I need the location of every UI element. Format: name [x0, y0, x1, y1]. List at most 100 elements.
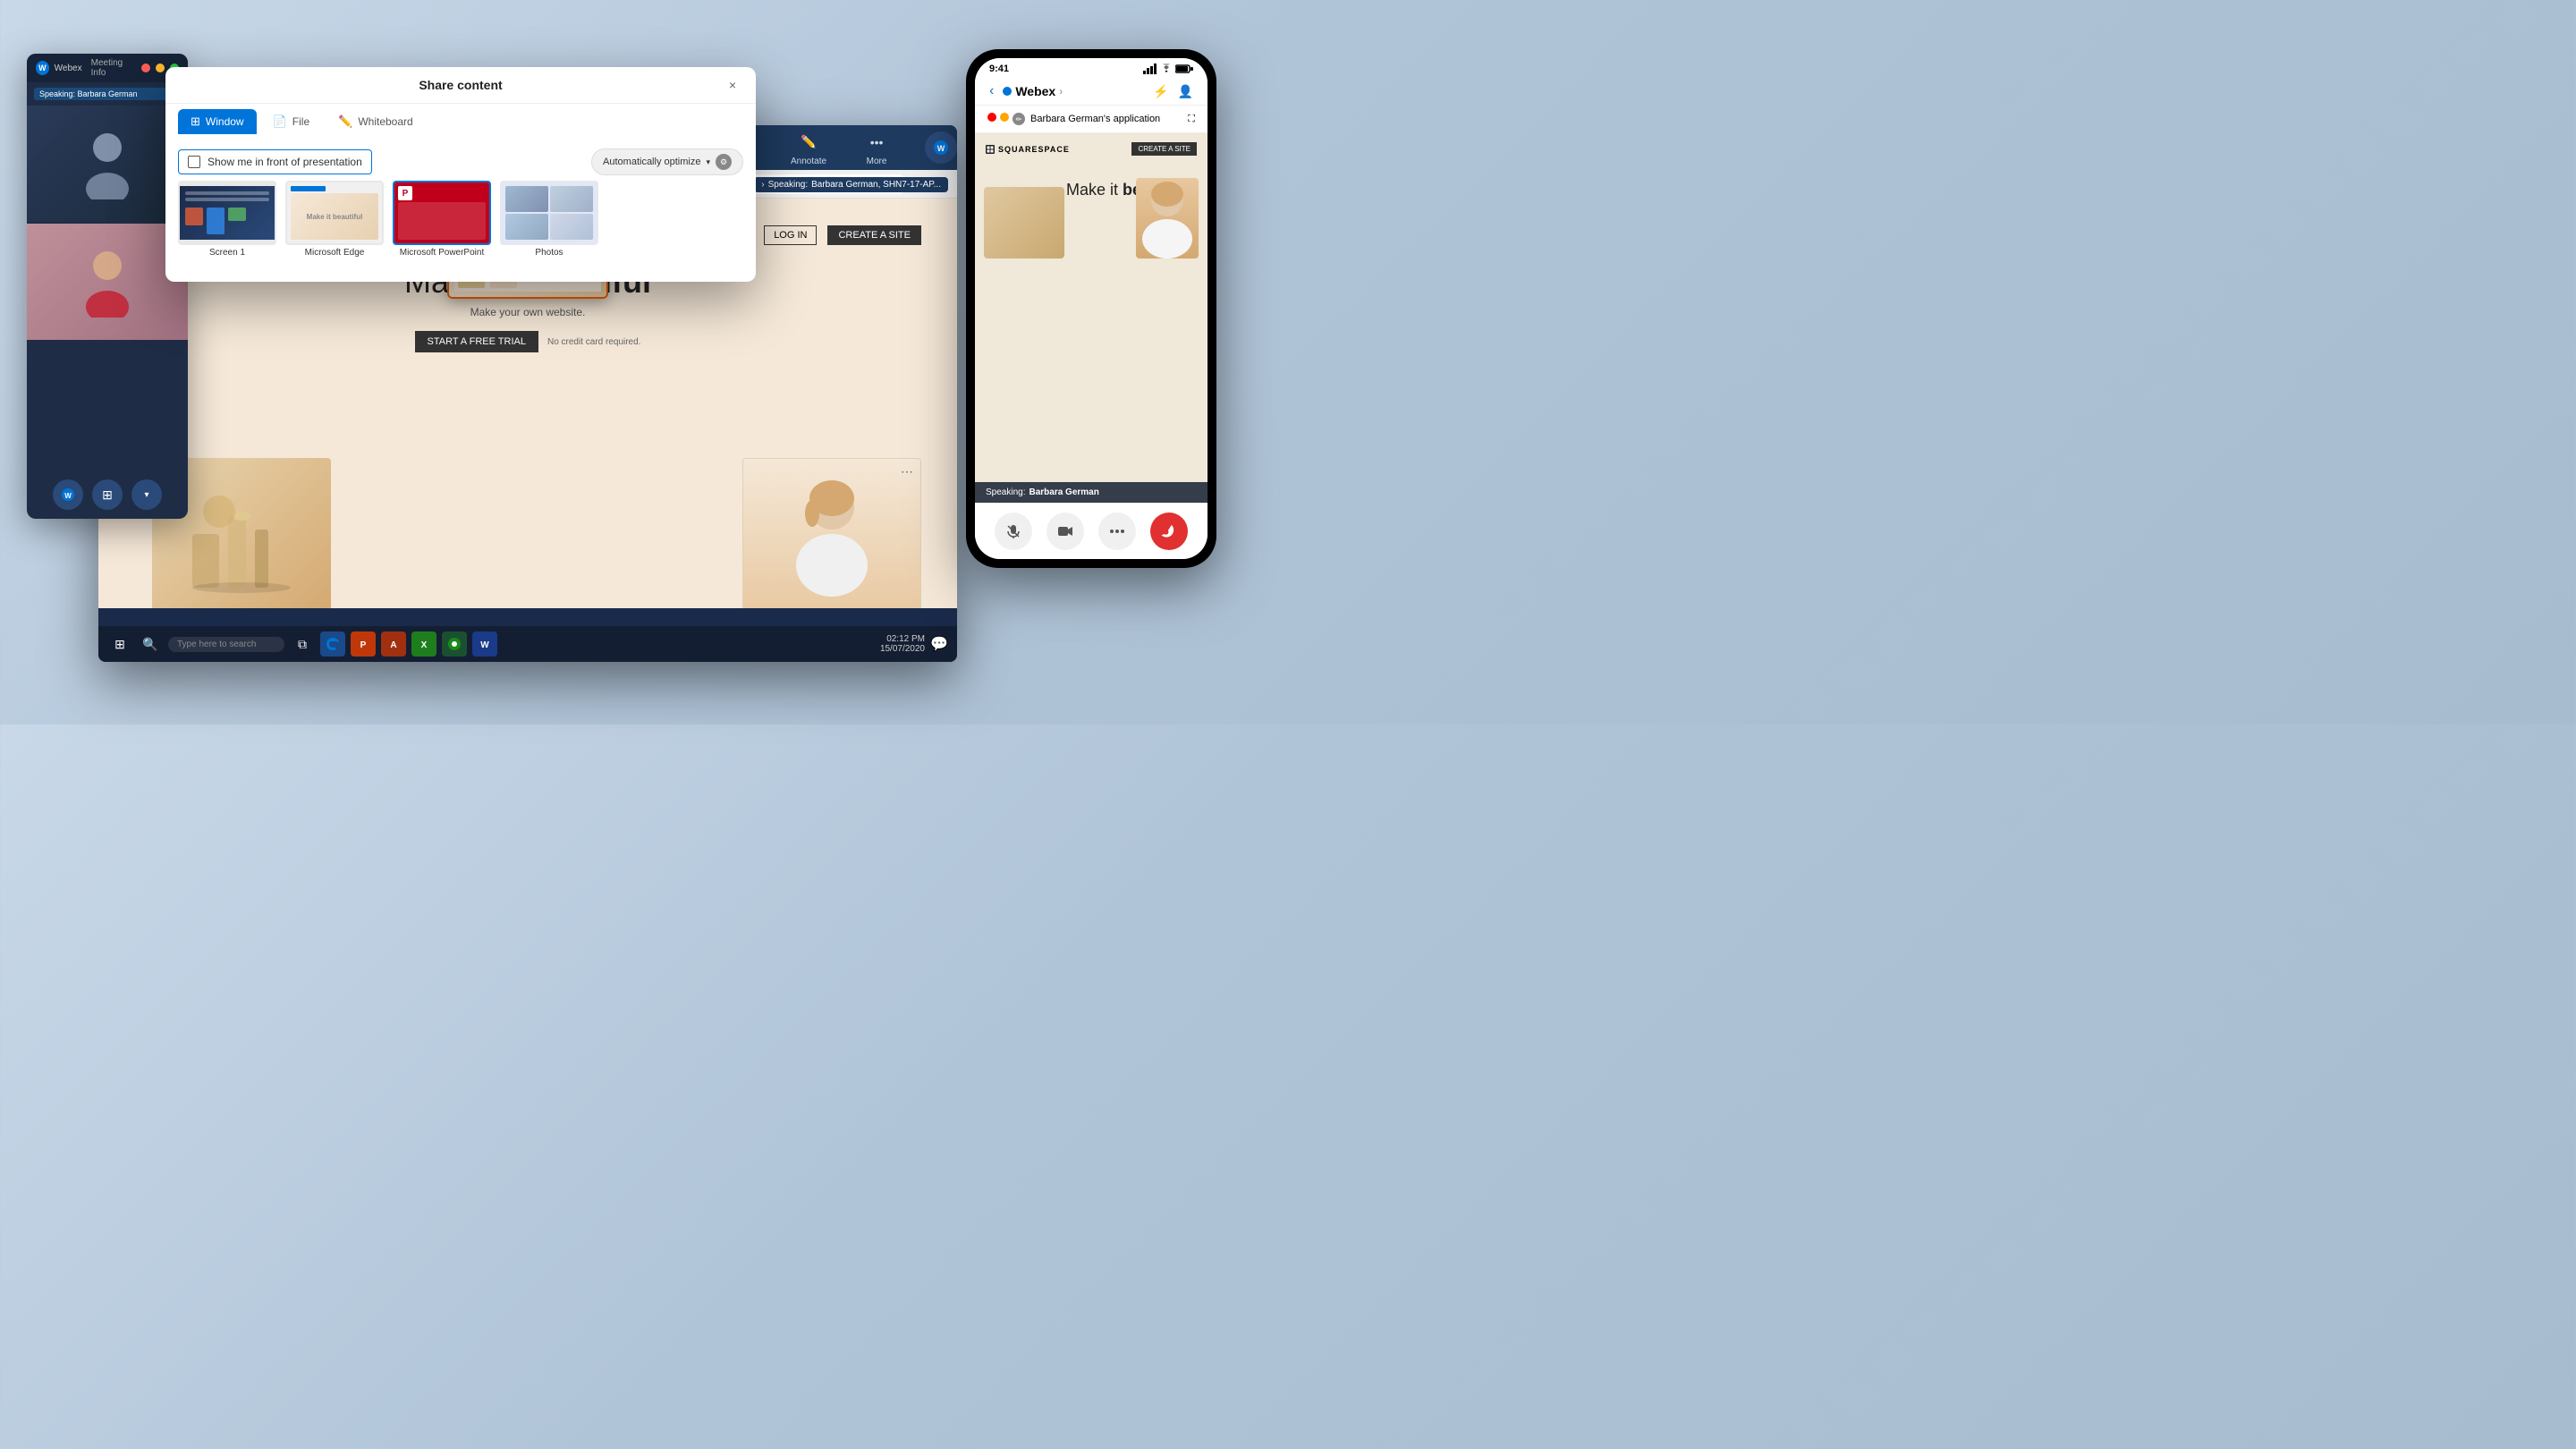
ppt-logo-text: P — [402, 189, 409, 199]
phone-nav-bar: ‹ Webex › ⚡ 👤 — [975, 78, 1208, 106]
phone-app-title-chevron: › — [1059, 85, 1063, 97]
person-menu-dots[interactable]: ⋯ — [901, 464, 913, 479]
chevron-icon-btn[interactable]: ▾ — [131, 479, 162, 510]
dialog-close-btn[interactable]: × — [724, 76, 741, 94]
sidebar-controls: W ⊞ ▾ — [27, 479, 188, 510]
window-close-btn[interactable] — [141, 64, 150, 72]
tab-whiteboard[interactable]: ✏️ Whiteboard — [326, 109, 426, 134]
phone-sharing-info: ✏ Barbara German's application ⛶ — [975, 106, 1208, 133]
dialog-title: Share content — [198, 78, 724, 92]
person-silhouette — [743, 459, 920, 608]
start-menu-btn[interactable]: ⊞ — [107, 631, 132, 657]
tab-window[interactable]: ⊞ Window — [178, 109, 257, 134]
sq-cta-area: START A FREE TRIAL No credit card requir… — [415, 331, 641, 352]
phone-mockup: 9:41 — [966, 49, 1216, 568]
ppt-slide-area — [398, 202, 486, 240]
edge-thumb-img: Make it beautiful — [285, 181, 384, 245]
phone-mute-btn[interactable] — [995, 513, 1032, 550]
webex-toolbar-logo: W — [925, 131, 957, 164]
more-button[interactable]: ••• More — [857, 130, 896, 166]
photos-thumb[interactable]: Photos — [500, 181, 598, 258]
sq-nav-right: LOG IN CREATE A SITE — [764, 225, 921, 245]
dialog-header: Share content × — [165, 67, 756, 104]
screen1-thumb[interactable]: Screen 1 — [178, 181, 276, 258]
show-me-checkbox[interactable]: Show me in front of presentation — [178, 149, 372, 174]
phone-back-btn[interactable]: ‹ — [989, 83, 994, 99]
person-icon: 👤 — [1178, 84, 1193, 99]
layout-icon-btn[interactable]: ⊞ — [92, 479, 123, 510]
battery-icon — [1175, 64, 1193, 74]
phone-speaker-name: Barbara German — [1029, 487, 1098, 497]
chrome-taskbar-icon[interactable] — [442, 631, 467, 657]
phone-time: 9:41 — [989, 64, 1009, 74]
sq-subtitle: Make your own website. — [470, 306, 586, 318]
chevron-right-icon: › — [761, 180, 764, 190]
excel-taskbar-icon[interactable]: X — [411, 631, 436, 657]
phone-end-call-btn[interactable] — [1150, 513, 1188, 550]
phone-person-svg — [1136, 178, 1199, 258]
sq-create-site-btn[interactable]: CREATE A SITE — [827, 225, 921, 245]
svg-text:P: P — [360, 640, 367, 650]
ppt-thumb[interactable]: P Microsoft PowerPoint — [393, 181, 491, 258]
phone-more-icon — [1109, 523, 1125, 539]
share-content-dialog: Share content × ⊞ Window 📄 File ✏️ White… — [165, 67, 756, 282]
photo-1 — [505, 186, 548, 212]
photos-grid-2 — [505, 214, 593, 240]
sq-no-cc-text: No credit card required. — [547, 337, 641, 347]
ppt-label: Microsoft PowerPoint — [393, 248, 491, 258]
phone-sq-create-btn[interactable]: CREATE A SITE — [1131, 142, 1197, 156]
tab-file[interactable]: 📄 File — [260, 109, 323, 134]
webex-sidebar-window: W Webex Meeting Info Speaking: Barbara G… — [27, 54, 188, 519]
acrobat-taskbar-icon[interactable]: A — [381, 631, 406, 657]
clock-date: 15/07/2020 — [880, 644, 925, 654]
webex-icon-btn[interactable]: W — [53, 479, 83, 510]
signal-bars-icon — [1143, 64, 1157, 74]
annotate-button[interactable]: ✏️ Annotate — [789, 130, 828, 166]
word-taskbar-icon[interactable]: W — [472, 631, 497, 657]
product-illustration — [183, 480, 300, 597]
phone-endcall-icon — [1161, 523, 1177, 539]
edge-content: Make it beautiful — [291, 193, 378, 240]
share-options-bar: Show me in front of presentation Automat… — [165, 140, 756, 181]
phone-sq-logo-area: SQUARESPACE — [986, 145, 1070, 154]
screen1-label: Screen 1 — [178, 248, 276, 258]
edge-thumb[interactable]: Make it beautiful Microsoft Edge — [285, 181, 384, 258]
sq-trial-btn[interactable]: START A FREE TRIAL — [415, 331, 538, 352]
whiteboard-tab-icon: ✏️ — [338, 114, 352, 129]
dialog-tabs-row: ⊞ Window 📄 File ✏️ Whiteboard — [165, 104, 756, 140]
checkbox-control[interactable] — [188, 156, 200, 168]
share-dot-3: ✏ — [1013, 113, 1025, 125]
phone-video-btn[interactable] — [1046, 513, 1084, 550]
webex-small-icon: W — [61, 487, 75, 502]
notification-btn[interactable]: 💬 — [930, 635, 948, 653]
edge-preview: Make it beautiful — [287, 182, 382, 243]
phone-video-icon — [1057, 523, 1073, 539]
sidebar-header: W Webex Meeting Info — [27, 54, 188, 82]
task-view-btn[interactable]: ⧉ — [290, 631, 315, 657]
ppt-logo: P — [398, 186, 412, 200]
chart-bar-1 — [185, 208, 203, 225]
chart-bar-2 — [207, 208, 225, 234]
powerpoint-taskbar-icon[interactable]: P — [351, 631, 376, 657]
photo-3 — [505, 214, 548, 240]
window-minimize-btn[interactable] — [156, 64, 165, 72]
auto-optimize-btn[interactable]: Automatically optimize ▾ ⚙ — [591, 148, 743, 175]
sq-login-btn[interactable]: LOG IN — [764, 225, 817, 245]
share-tabs: ⊞ Window 📄 File ✏️ Whiteboard — [178, 109, 426, 134]
participant-video-2 — [27, 224, 188, 340]
annotate-icon: ✏️ — [796, 130, 821, 155]
taskbar-clock: 02:12 PM 15/07/2020 — [880, 634, 925, 654]
phone-more-btn[interactable] — [1098, 513, 1136, 550]
participant-avatar-2 — [80, 246, 134, 318]
taskbar-search-text: Type here to search — [177, 640, 256, 649]
screen1-preview — [180, 186, 275, 240]
phone-speaking-label: Speaking: — [986, 487, 1025, 497]
person-svg — [778, 476, 886, 601]
taskbar-search[interactable]: Type here to search — [168, 637, 284, 652]
svg-text:X: X — [421, 640, 428, 650]
cortana-btn[interactable]: 🔍 — [138, 631, 163, 657]
edge-icon[interactable] — [320, 631, 345, 657]
photos-preview — [502, 182, 597, 243]
chart-bar-3 — [228, 208, 246, 221]
fullscreen-icon[interactable]: ⛶ — [1188, 114, 1195, 125]
